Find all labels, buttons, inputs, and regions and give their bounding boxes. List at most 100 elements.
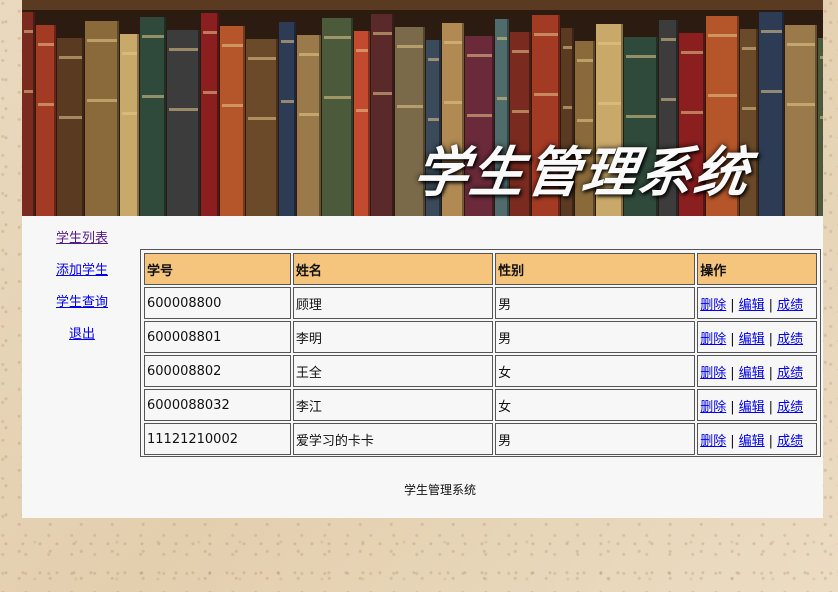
action-separator: | (730, 297, 735, 313)
table-header-row: 学号 姓名 性别 操作 (144, 253, 817, 285)
book-band (820, 116, 823, 119)
delete-link[interactable]: 删除 (700, 434, 726, 449)
table-row: 600008800 顾理男删除 | 编辑 | 成绩 (144, 287, 817, 319)
cell-student-name: 顾理 (292, 287, 494, 319)
cell-student-id: 600008801 (144, 321, 291, 353)
book-band (534, 93, 558, 96)
cell-actions: 删除 | 编辑 | 成绩 (697, 355, 817, 387)
book-band (661, 38, 676, 41)
edit-link[interactable]: 编辑 (739, 400, 765, 415)
book-band (324, 96, 351, 99)
delete-link[interactable]: 删除 (700, 400, 726, 415)
book-band (299, 113, 319, 116)
cell-student-id: 11121210002 (144, 423, 291, 455)
cell-actions: 删除 | 编辑 | 成绩 (697, 321, 817, 353)
book-band (761, 90, 782, 93)
book-band (397, 105, 423, 108)
book-shadow (319, 35, 321, 216)
footer-text: 学生管理系统 (403, 483, 476, 497)
cell-actions: 删除 | 编辑 | 成绩 (697, 389, 817, 421)
book-band (497, 97, 507, 100)
cell-student-name: 李明 (292, 321, 494, 353)
cell-student-name: 李江 (292, 389, 494, 421)
cell-student-gender: 男 (495, 287, 696, 319)
book-band (444, 41, 462, 44)
book-spine (120, 34, 139, 216)
cell-student-gender: 女 (495, 389, 696, 421)
student-table: 学号 姓名 性别 操作 600008800 顾理男删除 | 编辑 | 成绩 60000880… (142, 251, 819, 457)
book-band (169, 108, 198, 111)
sidebar-item-search-student[interactable]: 学生查询 (22, 291, 142, 310)
book-band (38, 43, 54, 46)
book-band (373, 92, 392, 95)
book-band (324, 36, 351, 39)
table-row: 600008801 李明男删除 | 编辑 | 成绩 (144, 321, 817, 353)
book-band (577, 119, 593, 122)
book-shadow (294, 22, 296, 216)
grades-link[interactable]: 成绩 (777, 400, 803, 415)
cell-student-name: 王全 (292, 355, 494, 387)
sidebar-item-add-student[interactable]: 添加学生 (22, 259, 142, 278)
book-band (59, 116, 82, 119)
book-shadow (243, 26, 245, 216)
grades-link[interactable]: 成绩 (777, 332, 803, 347)
cell-student-id: 6000088032 (144, 389, 291, 421)
book-band (787, 43, 815, 46)
book-shadow (54, 25, 56, 216)
edit-link[interactable]: 编辑 (739, 434, 765, 449)
book-band (122, 112, 137, 115)
book-band (467, 54, 492, 57)
book-band (577, 59, 593, 62)
book-band (24, 90, 33, 93)
cell-actions: 删除 | 编辑 | 成绩 (697, 287, 817, 319)
action-separator: | (730, 399, 735, 415)
book-spine (297, 35, 321, 216)
edit-link[interactable]: 编辑 (739, 366, 765, 381)
cell-actions: 删除 | 编辑 | 成绩 (697, 423, 817, 455)
action-separator: | (730, 331, 735, 347)
book-band (512, 110, 529, 113)
book-band (428, 118, 439, 121)
book-band (142, 95, 164, 98)
page-container: 学生管理系统 学生列表 添加学生 学生查询 退出 学号 姓名 性别 操作 600… (22, 0, 823, 518)
book-band (222, 44, 243, 47)
grades-link[interactable]: 成绩 (777, 434, 803, 449)
action-separator: | (730, 365, 735, 381)
delete-link[interactable]: 删除 (700, 366, 726, 381)
book-band (626, 55, 656, 58)
book-spine (371, 14, 394, 216)
book-band (203, 31, 217, 34)
book-band (742, 47, 756, 50)
book-band (248, 57, 276, 60)
book-band (356, 109, 368, 112)
book-spine (785, 25, 817, 216)
book-band (38, 103, 54, 106)
book-band (598, 42, 621, 45)
book-shadow (217, 13, 219, 216)
book-band (299, 53, 319, 56)
book-band (281, 100, 294, 103)
delete-link[interactable]: 删除 (700, 332, 726, 347)
table-body: 600008800 顾理男删除 | 编辑 | 成绩 600008801 李明男删除 | 编辑 | 成绩… (144, 287, 817, 455)
banner-title: 学生管理系统 (409, 140, 755, 204)
book-shadow (392, 14, 394, 216)
book-band (87, 39, 117, 42)
column-header-name: 姓名 (292, 253, 494, 285)
book-band (122, 52, 137, 55)
sidebar-item-logout[interactable]: 退出 (22, 323, 142, 342)
book-spine (167, 30, 200, 216)
book-band (598, 102, 621, 105)
table-row: 600008802 王全女删除 | 编辑 | 成绩 (144, 355, 817, 387)
delete-link[interactable]: 删除 (700, 298, 726, 313)
edit-link[interactable]: 编辑 (739, 332, 765, 347)
sidebar-item-student-list[interactable]: 学生列表 (22, 227, 142, 246)
action-separator: | (768, 365, 774, 381)
grades-link[interactable]: 成绩 (777, 298, 803, 313)
action-separator: | (730, 433, 735, 449)
book-band (512, 50, 529, 53)
grades-link[interactable]: 成绩 (777, 366, 803, 381)
book-spine (201, 13, 219, 216)
book-band (356, 49, 368, 52)
edit-link[interactable]: 编辑 (739, 298, 765, 313)
book-spine (36, 25, 56, 216)
